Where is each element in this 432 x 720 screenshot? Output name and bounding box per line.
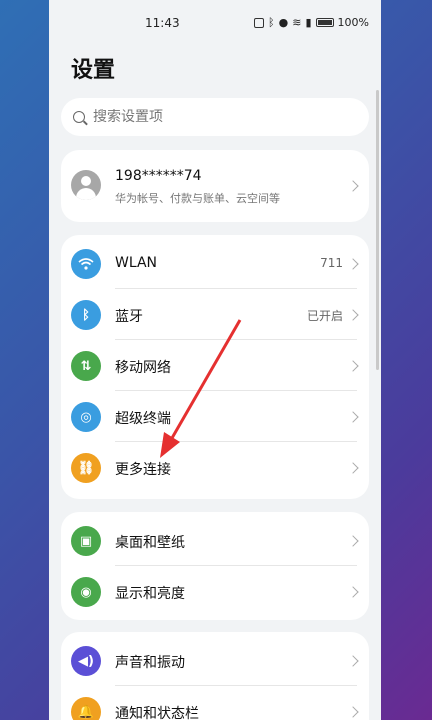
account-desc: 华为帐号、付款与账单、云空间等 <box>115 192 280 205</box>
chevron-right-icon <box>347 180 359 192</box>
settings-item-wlan[interactable]: WLAN 711 <box>61 238 369 289</box>
nfc-icon <box>254 17 265 28</box>
chevron-right-icon <box>347 309 359 321</box>
item-label: 超级终端 <box>115 411 171 427</box>
search-input[interactable] <box>93 109 333 125</box>
settings-item-more-connections[interactable]: ⛓ 更多连接 <box>61 442 369 493</box>
settings-item-mobile-network[interactable]: ⇅ 移动网络 <box>61 340 369 391</box>
search-bar[interactable] <box>61 98 369 136</box>
battery-icon <box>315 18 334 27</box>
display-group: ▣ 桌面和壁纸 ◉ 显示和亮度 <box>61 512 369 620</box>
item-label: 移动网络 <box>115 360 171 376</box>
settings-item-super-device[interactable]: ◎ 超级终端 <box>61 391 369 442</box>
chevron-right-icon <box>347 258 359 270</box>
chevron-right-icon <box>347 360 359 372</box>
chevron-right-icon <box>347 655 359 667</box>
location-icon: ● <box>278 16 289 29</box>
account-card[interactable]: 198******74 华为帐号、付款与账单、云空间等 <box>61 150 369 222</box>
item-value: 711 <box>320 256 343 270</box>
wallpaper-icon: ▣ <box>71 526 101 556</box>
item-value: 已开启 <box>306 309 343 323</box>
wifi-icon <box>71 249 101 279</box>
settings-item-wallpaper[interactable]: ▣ 桌面和壁纸 <box>61 515 369 566</box>
chevron-right-icon <box>347 462 359 474</box>
wifi-status-icon: ≋ <box>292 16 302 29</box>
settings-screen: 11:43 ᛒ ● ≋ ▮ 100% 设置 198******74 华为帐号、付… <box>49 0 381 720</box>
settings-item-bluetooth[interactable]: ᛒ 蓝牙 已开启 <box>61 289 369 340</box>
bluetooth-icon: ᛒ <box>71 300 101 330</box>
connectivity-group: WLAN 711 ᛒ 蓝牙 已开启 ⇅ 移动网络 ◎ 超级终端 ⛓ 更多连接 <box>61 235 369 499</box>
status-time: 11:43 <box>145 16 180 30</box>
item-label: 更多连接 <box>115 462 171 478</box>
chevron-right-icon <box>347 535 359 547</box>
battery-percent: 100% <box>337 16 369 29</box>
mobile-network-icon: ⇅ <box>71 351 101 381</box>
bluetooth-status-icon: ᛒ <box>268 16 275 29</box>
chevron-right-icon <box>347 411 359 423</box>
item-label: 蓝牙 <box>115 309 143 325</box>
search-icon <box>73 111 85 123</box>
settings-item-notifications[interactable]: 🔔 通知和状态栏 <box>61 686 369 720</box>
signal-icon: ▮ <box>305 16 312 29</box>
item-label: 显示和亮度 <box>115 586 185 602</box>
link-icon: ⛓ <box>71 453 101 483</box>
chevron-right-icon <box>347 706 359 718</box>
avatar <box>71 170 101 200</box>
scrollbar[interactable] <box>376 90 379 370</box>
chevron-right-icon <box>347 586 359 598</box>
item-label: 通知和状态栏 <box>115 706 199 720</box>
eye-icon: ◉ <box>71 577 101 607</box>
item-label: 声音和振动 <box>115 655 185 671</box>
sound-icon: ◀) <box>71 646 101 676</box>
status-bar: 11:43 ᛒ ● ≋ ▮ 100% <box>49 0 381 46</box>
settings-item-display[interactable]: ◉ 显示和亮度 <box>61 566 369 617</box>
account-name: 198******74 <box>115 168 202 184</box>
super-device-icon: ◎ <box>71 402 101 432</box>
settings-item-sound[interactable]: ◀) 声音和振动 <box>61 635 369 686</box>
page-title: 设置 <box>71 58 116 83</box>
item-label: 桌面和壁纸 <box>115 535 185 551</box>
item-label: WLAN <box>115 255 158 271</box>
sound-group: ◀) 声音和振动 🔔 通知和状态栏 <box>61 632 369 720</box>
status-icons: ᛒ ● ≋ ▮ 100% <box>254 16 369 29</box>
bell-icon: 🔔 <box>71 697 101 720</box>
